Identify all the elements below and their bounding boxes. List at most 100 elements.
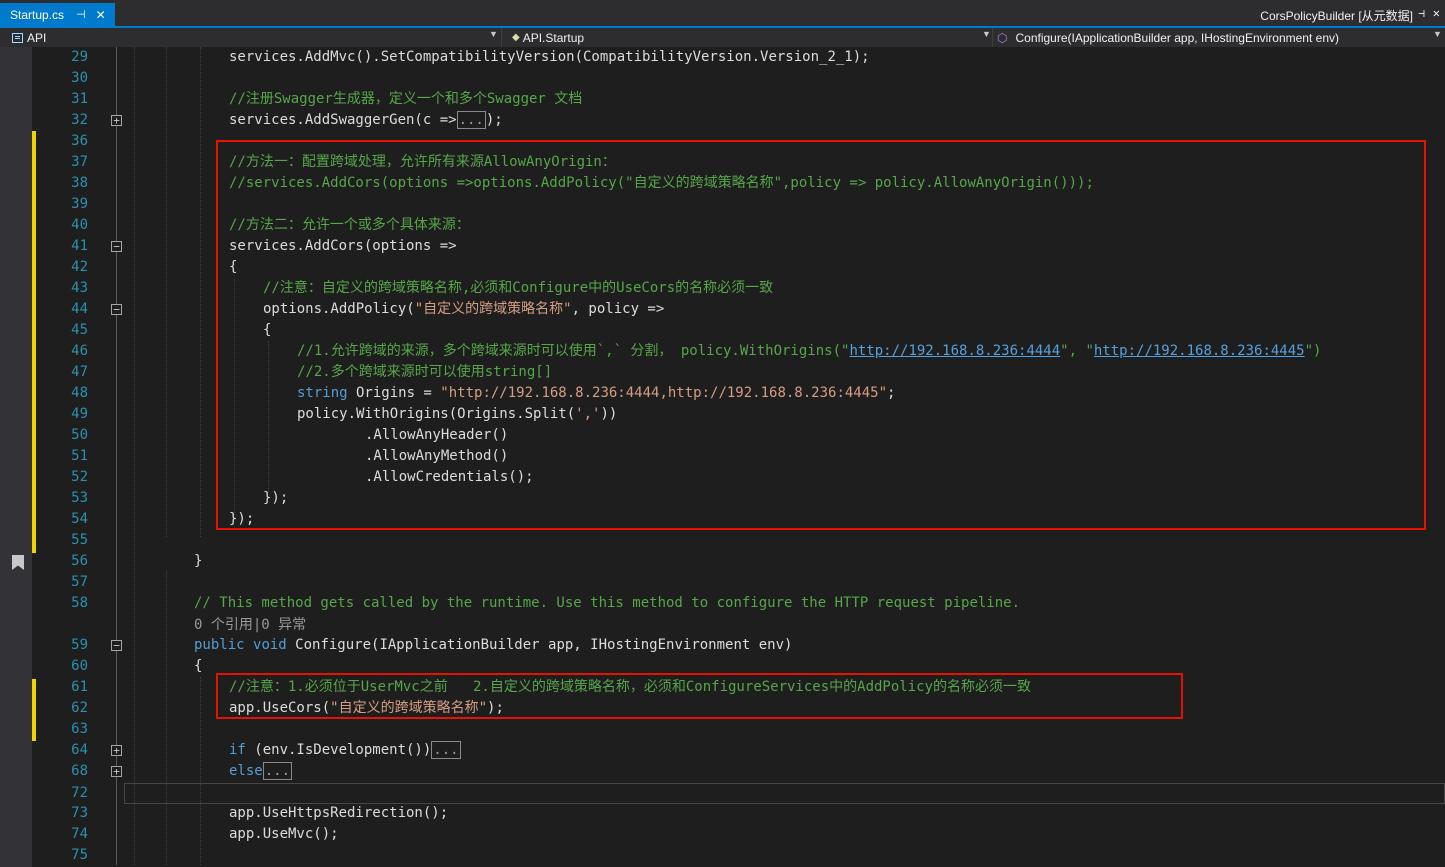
code-line[interactable]: 74 app.UseMvc(); [0, 824, 1445, 845]
code-line[interactable]: 73 app.UseHttpsRedirection(); [0, 803, 1445, 824]
code-line[interactable]: 57 [0, 572, 1445, 593]
code-line[interactable]: 43 //注意：自定义的跨域策略名称,必须和Configure中的UseCors的… [0, 278, 1445, 299]
line-number: 74 [71, 826, 88, 842]
close-icon[interactable]: ✕ [96, 8, 106, 22]
code-line[interactable]: 60 { [0, 656, 1445, 677]
code-line[interactable]: 32 + services.AddSwaggerGen(c =>...); [0, 110, 1445, 131]
code-line[interactable]: 68 + else... [0, 761, 1445, 782]
line-number: 53 [71, 490, 88, 506]
code-line[interactable]: 61 //注意：1.必须位于UserMvc之前 2.自定义的跨域策略名称，必须和C… [0, 677, 1445, 698]
code-line[interactable]: 49 policy.WithOrigins(Origins.Split(',')) [0, 404, 1445, 425]
code-line[interactable]: 37 //方法一：配置跨域处理，允许所有来源AllowAnyOrigin： [0, 152, 1445, 173]
line-number: 73 [71, 805, 88, 821]
code-text: app.UseCors("自定义的跨域策略名称"); [229, 698, 504, 719]
line-number: 45 [71, 322, 88, 338]
expand-icon[interactable]: + [111, 115, 122, 126]
code-line[interactable]: 53}); [0, 488, 1445, 509]
tab-startup-cs[interactable]: Startup.cs ⊣ ✕ [0, 3, 115, 26]
code-token: services.AddMvc().SetCompatibilityVersio… [229, 49, 870, 65]
code-line[interactable]: 30 [0, 68, 1445, 89]
code-text: options.AddPolicy("自定义的跨域策略名称", policy =… [263, 299, 664, 320]
code-line[interactable]: 41 − services.AddCors(options => [0, 236, 1445, 257]
pin-icon[interactable]: ⊣ [76, 8, 86, 21]
code-token: //注意：1.必须位于UserMvc之前 2.自定义的跨域策略名称，必须和Con… [229, 679, 1032, 695]
code-text: }); [263, 488, 288, 509]
code-line[interactable]: 47 //2.多个跨域来源时可以使用string[] [0, 362, 1445, 383]
line-number: 63 [71, 721, 88, 737]
code-token: "自定义的跨域策略名称" [330, 700, 488, 716]
code-line[interactable]: 58 // This method gets called by the runt… [0, 593, 1445, 614]
url-link[interactable]: http://192.168.8.236:4445 [1094, 343, 1305, 359]
code-line[interactable]: 75 [0, 845, 1445, 866]
line-number: 36 [71, 133, 88, 149]
code-token: //2.多个跨域来源时可以使用string[] [297, 364, 553, 380]
code-text: { [194, 656, 202, 677]
collapsed-region-button[interactable]: ... [456, 111, 486, 129]
code-token: ; [887, 385, 896, 401]
line-number: 62 [71, 700, 88, 716]
code-line[interactable]: 51 .AllowAnyMethod() [0, 446, 1445, 467]
code-line[interactable]: 55 [0, 530, 1445, 551]
code-line[interactable]: 46 //1.允许跨域的来源，多个跨域来源时可以使用`,` 分割， policy.… [0, 341, 1445, 362]
code-editor[interactable]: 29 services.AddMvc().SetCompatibilityVers… [0, 47, 1445, 867]
code-line[interactable]: 40 //方法二：允许一个或多个具体来源： [0, 215, 1445, 236]
expand-icon[interactable]: + [111, 745, 122, 756]
collapse-icon[interactable]: − [111, 640, 122, 651]
expand-icon[interactable]: + [111, 766, 122, 777]
line-number: 72 [71, 785, 88, 801]
code-token: }); [229, 511, 255, 527]
code-line[interactable]: 44 − options.AddPolicy("自定义的跨域策略名称", polic… [0, 299, 1445, 320]
code-line[interactable]: 62 app.UseCors("自定义的跨域策略名称"); [0, 698, 1445, 719]
code-token: //方法一：配置跨域处理，允许所有来源AllowAnyOrigin： [229, 154, 616, 170]
project-label: API [27, 30, 47, 45]
code-text: //services.AddCors(options =>options.Add… [229, 173, 1094, 194]
line-number: 46 [71, 343, 88, 359]
code-line[interactable]: 31 //注册Swagger生成器，定义一个和多个Swagger 文档 [0, 89, 1445, 110]
line-number: 51 [71, 448, 88, 464]
code-line[interactable]: 48 string Origins = "http://192.168.8.236… [0, 383, 1445, 404]
class-dropdown[interactable]: ◆ API.Startup ▼ [502, 28, 992, 47]
code-token: )) [600, 406, 618, 422]
code-line[interactable]: 52 .AllowCredentials(); [0, 467, 1445, 488]
code-token: Configure(IApplicationBuilder app, IHost… [286, 637, 793, 653]
code-line[interactable]: 56} [0, 551, 1445, 572]
code-line[interactable]: 29 services.AddMvc().SetCompatibilityVers… [0, 47, 1445, 68]
code-line[interactable]: 54}); [0, 509, 1445, 530]
code-line[interactable]: 45 { [0, 320, 1445, 341]
code-lens-references[interactable]: 0 个引用|0 异常 [194, 615, 306, 636]
class-icon: ◆ [512, 32, 520, 43]
line-number: 49 [71, 406, 88, 422]
code-token: //注册Swagger生成器，定义一个和多个Swagger 文档 [229, 91, 583, 107]
code-line[interactable]: 59 − public void Configure(IApplicationBui… [0, 635, 1445, 656]
code-line[interactable]: 50 .AllowAnyHeader() [0, 425, 1445, 446]
code-token: else [229, 763, 263, 779]
code-text: } [194, 551, 202, 572]
code-text: .AllowCredentials(); [365, 467, 534, 488]
code-line[interactable]: 42 { [0, 257, 1445, 278]
code-text: //注意：1.必须位于UserMvc之前 2.自定义的跨域策略名称，必须和Con… [229, 677, 1031, 698]
collapse-icon[interactable]: − [111, 304, 122, 315]
code-line[interactable]: 39 [0, 194, 1445, 215]
code-line[interactable]: 63 [0, 719, 1445, 740]
project-dropdown[interactable]: API ▼ [0, 28, 500, 47]
member-label: Configure(IApplicationBuilder app, IHost… [1015, 30, 1339, 45]
member-dropdown[interactable]: ⬡ Configure(IApplicationBuilder app, IHo… [997, 28, 1445, 47]
line-number: 30 [71, 70, 88, 86]
code-line[interactable]: 72 [0, 783, 1445, 804]
collapsed-region-button[interactable]: ... [431, 741, 461, 759]
collapsed-region-button[interactable]: ... [262, 762, 293, 780]
code-line[interactable]: 36 [0, 131, 1445, 152]
code-line[interactable]: 64 + if (env.IsDevelopment())... [0, 740, 1445, 761]
method-icon: ⬡ [997, 30, 1008, 45]
line-number: 60 [71, 658, 88, 674]
code-text: { [263, 320, 271, 341]
line-number: 59 [71, 637, 88, 653]
url-link[interactable]: http://192.168.8.236:4444 [849, 343, 1060, 359]
collapse-icon[interactable]: − [111, 241, 122, 252]
pin-icon[interactable]: ⊣ [1418, 7, 1425, 20]
line-number: 37 [71, 154, 88, 170]
code-line[interactable]: 38 //services.AddCors(options =>options.A… [0, 173, 1445, 194]
preview-tab-title[interactable]: CorsPolicyBuilder [从元数据] [1260, 7, 1413, 24]
close-icon[interactable]: ✕ [1433, 6, 1440, 20]
line-number: 58 [71, 595, 88, 611]
